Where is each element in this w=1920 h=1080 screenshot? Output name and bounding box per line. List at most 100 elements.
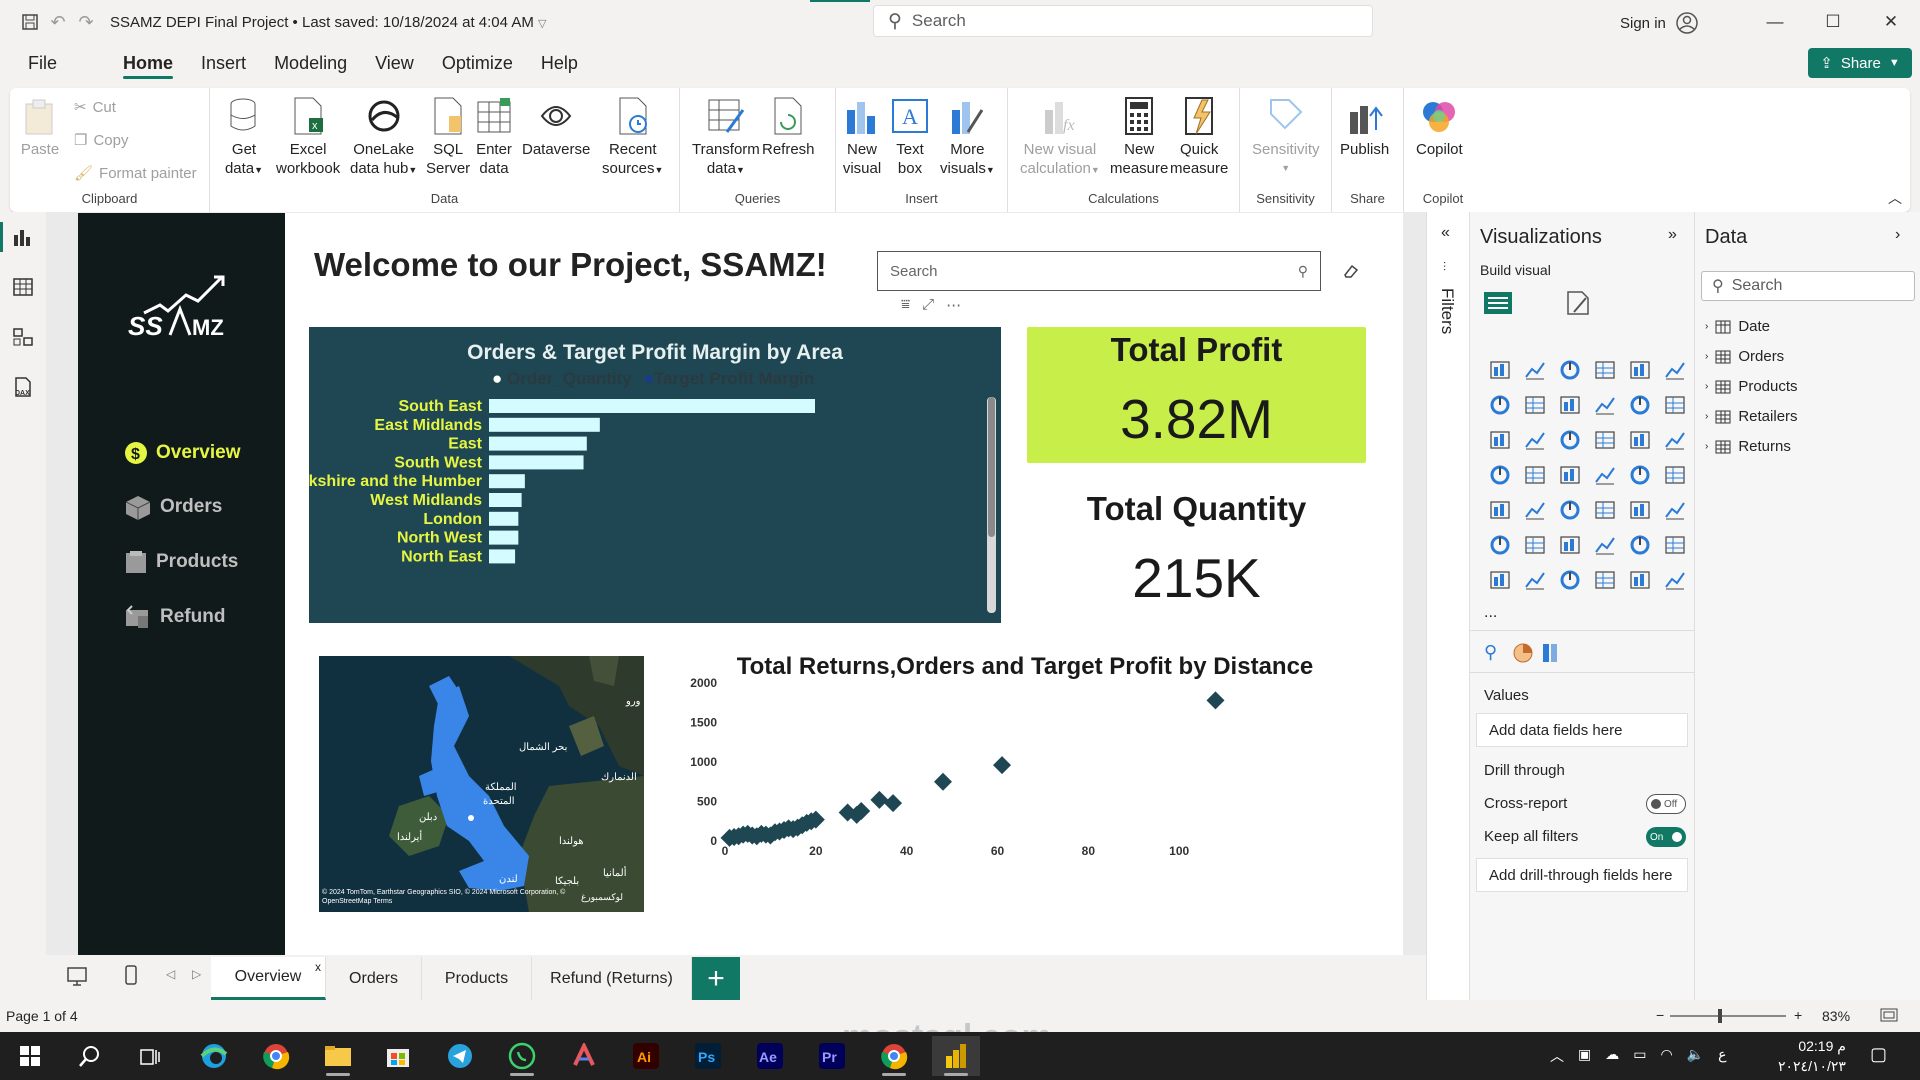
bar[interactable] <box>489 493 522 507</box>
ribbon-visual-icon[interactable] <box>1657 387 1692 422</box>
sign-in[interactable]: Sign in <box>1620 12 1698 34</box>
desktop-layout-icon[interactable] <box>66 965 88 991</box>
shape-map-visual-icon[interactable] <box>1587 457 1622 492</box>
search-icon[interactable]: ⚲ <box>1484 642 1497 663</box>
after-effects-icon[interactable]: Ae <box>746 1036 794 1076</box>
dax-query-view-icon[interactable]: DAX <box>0 362 46 412</box>
values-drop-zone[interactable]: Add data fields here <box>1476 713 1688 747</box>
task-view-icon[interactable] <box>126 1036 174 1076</box>
fields-well-icon[interactable] <box>1540 642 1562 668</box>
volume-icon[interactable]: 🔈 <box>1687 1046 1704 1066</box>
filter-icon[interactable]: ⩸ <box>901 296 910 314</box>
format-visual-tab-icon[interactable] <box>1562 288 1592 322</box>
chevron-right-icon[interactable]: » <box>1668 226 1677 244</box>
bar[interactable] <box>489 474 525 489</box>
premiere-icon[interactable]: Pr <box>808 1036 856 1076</box>
key-influencers-visual-icon[interactable] <box>1517 527 1552 562</box>
taskbar-search-icon[interactable] <box>66 1036 114 1076</box>
notifications-icon[interactable]: ▢ <box>1870 1044 1887 1065</box>
bar[interactable] <box>489 399 815 413</box>
minimize-icon[interactable]: — <box>1746 0 1804 44</box>
more-options-icon[interactable]: ⋯ <box>946 296 961 314</box>
refresh-button[interactable]: Refresh <box>762 94 815 159</box>
more-visuals-ellipsis[interactable]: ... <box>1484 604 1497 622</box>
bar[interactable] <box>489 436 587 451</box>
transform-data-button[interactable]: Transform data▼ <box>692 94 760 180</box>
100-column-visual-icon[interactable] <box>1657 352 1692 387</box>
report-search-input[interactable]: Search ⚲ <box>877 251 1321 291</box>
funnel-visual-icon[interactable] <box>1517 422 1552 457</box>
multi-row-card-visual-icon[interactable] <box>1482 492 1517 527</box>
bar-chart-card[interactable]: Orders & Target Profit Margin by Area ● … <box>309 327 1001 623</box>
edge-icon[interactable] <box>190 1036 238 1076</box>
metrics-visual-icon[interactable] <box>1622 562 1657 597</box>
next-page-icon[interactable]: ▷ <box>192 967 201 981</box>
data-search-input[interactable]: ⚲ Search <box>1701 271 1915 301</box>
publish-button[interactable]: Publish <box>1340 94 1389 159</box>
meet-icon[interactable]: ▣ <box>1578 1046 1591 1066</box>
line-column-visual-icon[interactable] <box>1622 387 1657 422</box>
report-visual-icon[interactable] <box>1482 562 1517 597</box>
chevron-up-icon[interactable]: ︿ <box>1550 1046 1564 1066</box>
filled-map[interactable]: بحر الشمال الدنمارك المملكة المتحدة دبلن… <box>319 656 644 912</box>
nav-orders[interactable]: Orders <box>124 494 222 520</box>
redo-icon[interactable]: ↷ <box>72 8 100 36</box>
telegram-icon[interactable] <box>436 1036 484 1076</box>
close-icon[interactable]: ✕ <box>1862 0 1920 44</box>
table-products[interactable]: › Products <box>1705 378 1798 395</box>
file-explorer-icon[interactable] <box>314 1036 362 1076</box>
power-bi-icon[interactable] <box>932 1036 980 1076</box>
clock[interactable]: 02:19 م ٢٠٢٤/١٠/٢٣ <box>1778 1036 1846 1076</box>
menu-help[interactable]: Help <box>527 44 592 82</box>
quick-measure-button[interactable]: Quick measure <box>1170 94 1228 178</box>
nav-products[interactable]: Products <box>124 549 238 575</box>
chevron-left-icon[interactable]: « <box>1441 224 1450 242</box>
arc-icon[interactable] <box>560 1036 608 1076</box>
new-measure-button[interactable]: New measure <box>1110 94 1168 178</box>
menu-home[interactable]: Home <box>109 44 187 82</box>
illustrator-icon[interactable]: Ai <box>622 1036 670 1076</box>
stacked-area-visual-icon[interactable] <box>1552 387 1587 422</box>
store-icon[interactable] <box>374 1036 422 1076</box>
model-view-icon[interactable] <box>0 312 46 362</box>
clustered-bar-visual-icon[interactable] <box>1552 352 1587 387</box>
wifi-icon[interactable]: ◠ <box>1660 1046 1672 1066</box>
report-view-icon[interactable] <box>0 212 46 262</box>
fit-to-page-icon[interactable] <box>1880 1007 1898 1026</box>
table-visual-icon[interactable] <box>1587 492 1622 527</box>
photoshop-icon[interactable]: Ps <box>684 1036 732 1076</box>
bar-chart-scrollbar[interactable] <box>987 397 996 613</box>
new-visual-button[interactable]: New visual <box>842 94 882 178</box>
whatsapp-icon[interactable] <box>498 1036 546 1076</box>
100-bar-visual-icon[interactable] <box>1622 352 1657 387</box>
card-visual-icon[interactable] <box>1657 457 1692 492</box>
more-visual-icon[interactable] <box>1657 562 1692 597</box>
kpi-visual-icon[interactable] <box>1517 492 1552 527</box>
chrome-icon[interactable] <box>252 1036 300 1076</box>
analytics-icon[interactable] <box>1512 642 1534 668</box>
battery-icon[interactable]: ▭ <box>1633 1046 1646 1066</box>
pie-visual-icon[interactable] <box>1587 422 1622 457</box>
scatter-point[interactable] <box>884 794 903 813</box>
chrome-window-icon[interactable] <box>870 1036 918 1076</box>
menu-modeling[interactable]: Modeling <box>260 44 361 82</box>
scatter-point[interactable] <box>934 772 952 791</box>
mobile-layout-icon[interactable] <box>124 964 138 990</box>
azure-map-visual-icon[interactable] <box>1552 457 1587 492</box>
nav-overview[interactable]: $ Overview <box>124 441 241 465</box>
prev-page-icon[interactable]: ◁ <box>166 967 175 981</box>
zoom-slider[interactable]: − + <box>1656 1007 1806 1023</box>
share-button[interactable]: ⇪ Share ▼ <box>1808 48 1912 78</box>
paste-button[interactable]: Paste <box>20 94 60 159</box>
filters-pane[interactable]: « ⫶ Filters <box>1426 212 1469 1000</box>
table-date[interactable]: › Date <box>1705 318 1770 335</box>
format-painter-button[interactable]: 🖌 Format painter <box>74 164 197 183</box>
100-area-visual-icon[interactable] <box>1587 387 1622 422</box>
page-tab-refund[interactable]: Refund (Returns) <box>532 957 692 1000</box>
scatter-chart-card[interactable]: Total Returns,Orders and Target Profit b… <box>684 645 1366 921</box>
bar[interactable] <box>489 417 600 432</box>
matrix-visual-icon[interactable] <box>1622 492 1657 527</box>
table-view-icon[interactable] <box>0 262 46 312</box>
filled-map-visual-icon[interactable] <box>1517 457 1552 492</box>
paginated-visual-icon[interactable] <box>1622 527 1657 562</box>
